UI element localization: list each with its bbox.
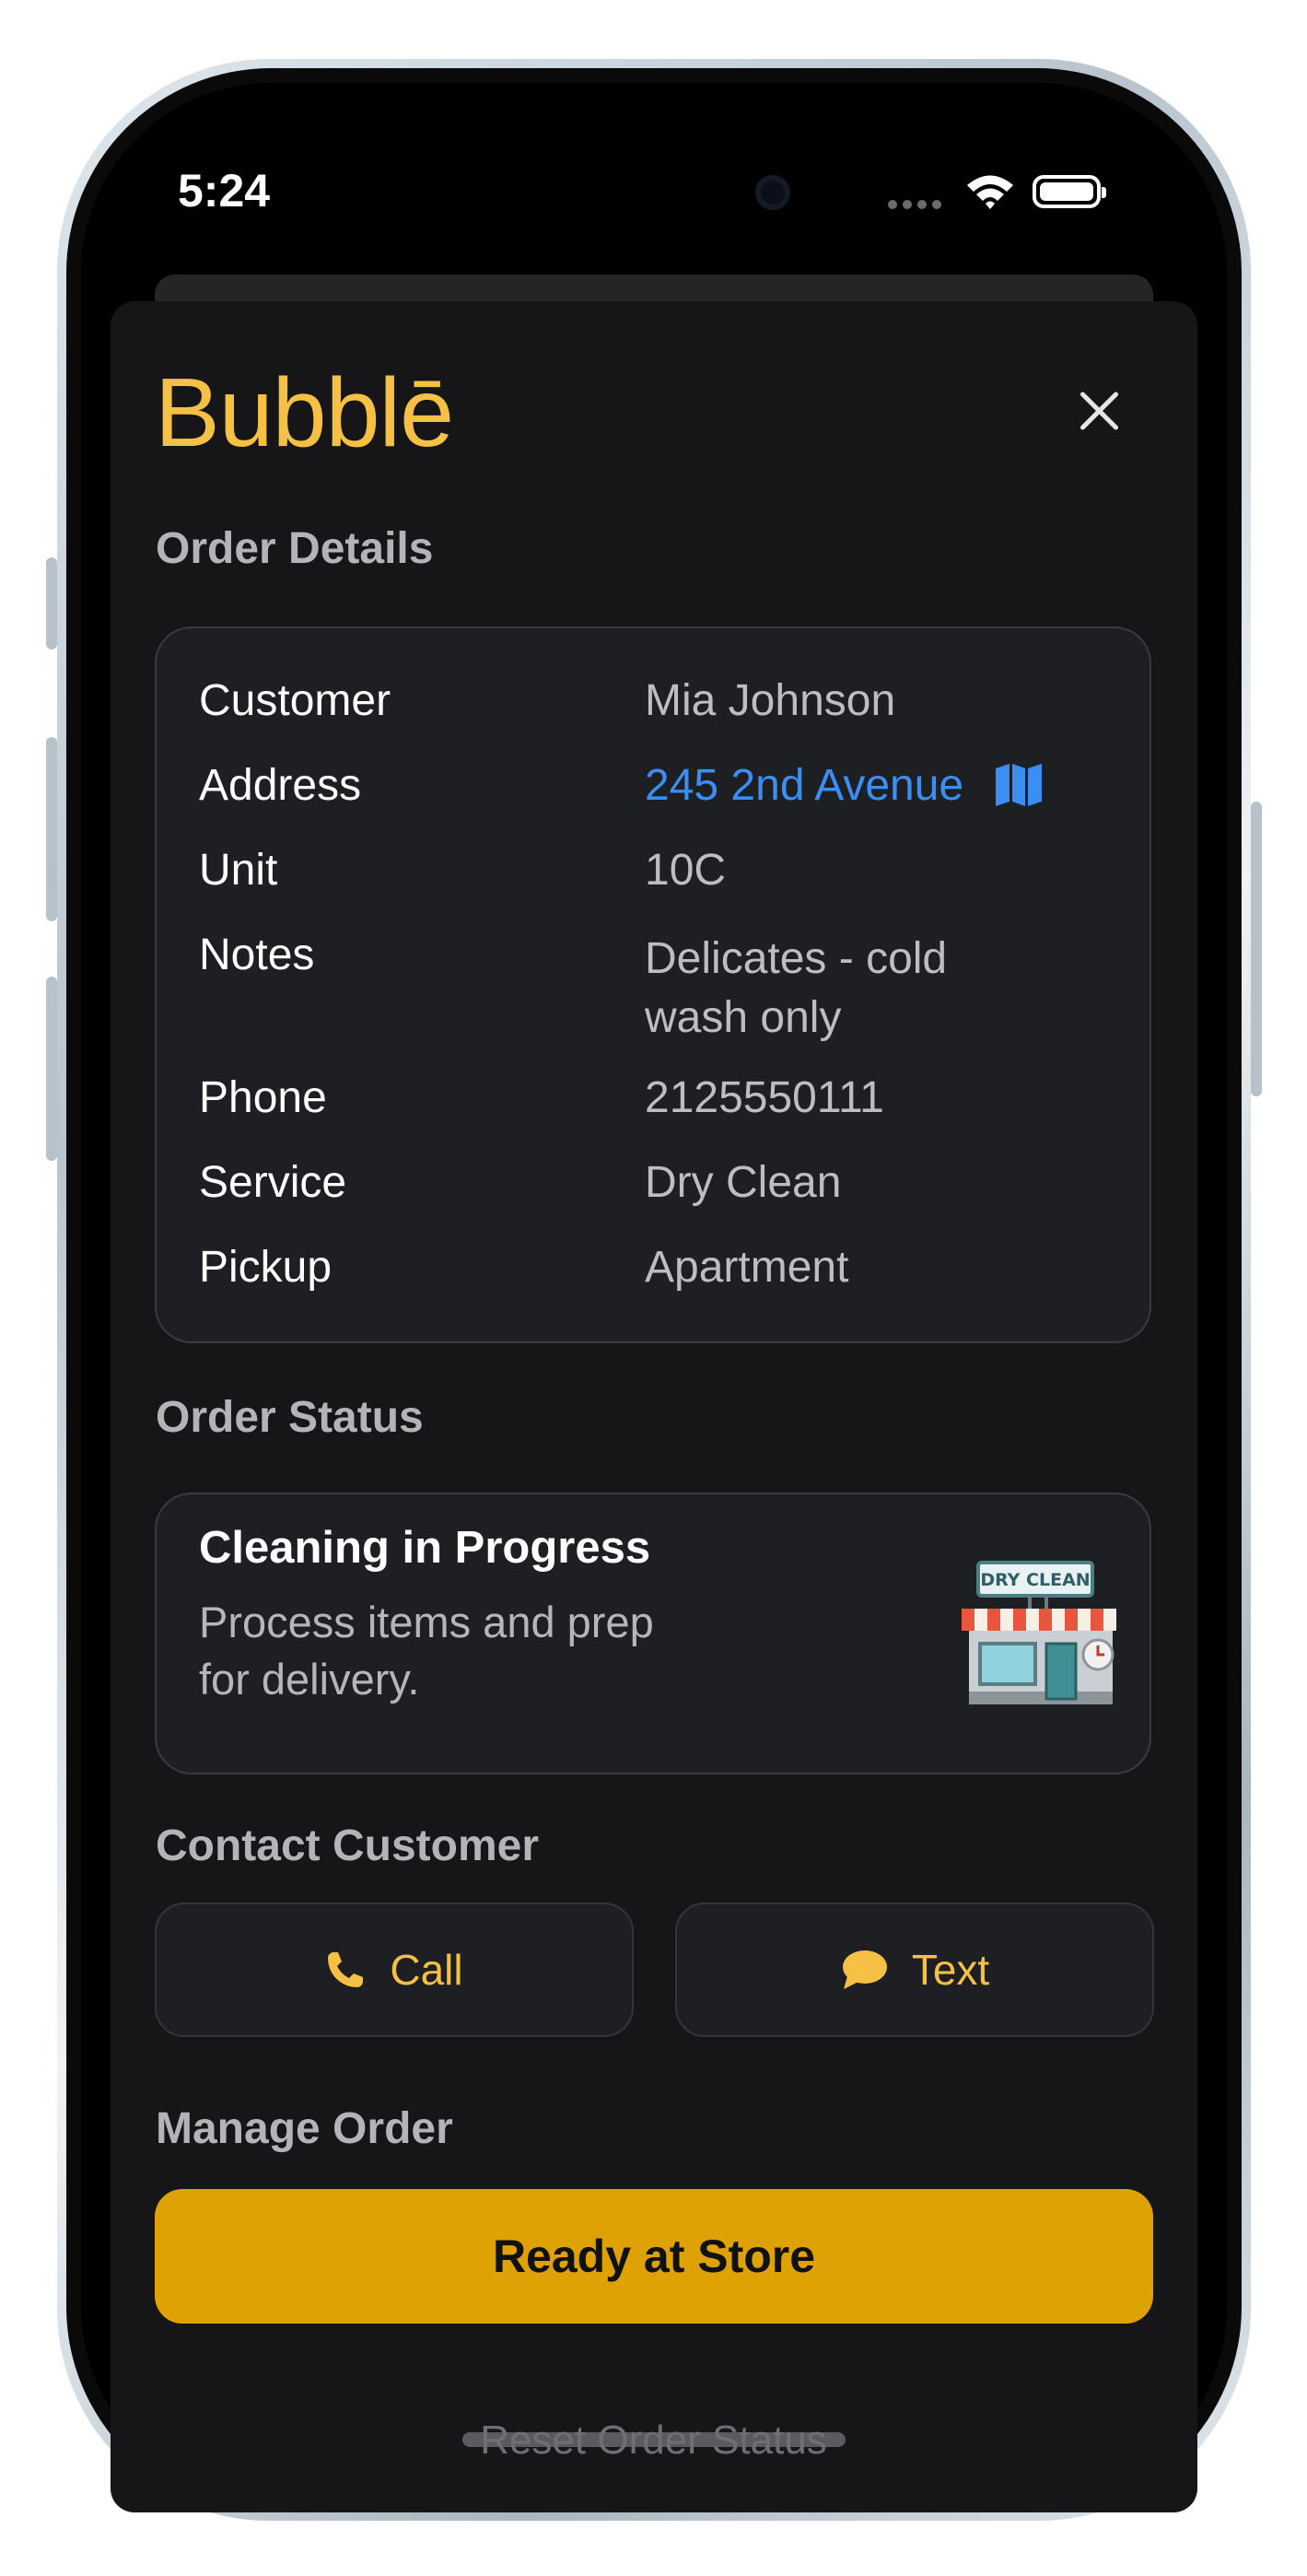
service-label: Service — [199, 1158, 347, 1207]
call-label: Call — [390, 1946, 463, 1994]
dynamic-island — [481, 142, 826, 243]
volume-up-button — [46, 737, 57, 921]
reset-order-status-button[interactable]: Reset Order Status — [0, 2418, 1307, 2464]
dry-clean-store-icon: DRY CLEAN — [962, 1561, 1116, 1704]
notes-label: Notes — [199, 931, 315, 979]
status-time: 5:24 — [178, 165, 271, 217]
phone-icon — [328, 1952, 364, 1987]
cellular-icon — [888, 200, 941, 209]
pickup-label: Pickup — [199, 1243, 333, 1292]
customer-label: Customer — [199, 676, 391, 725]
status-title: Cleaning in Progress — [199, 1523, 651, 1573]
map-icon[interactable] — [994, 763, 1044, 807]
chat-bubble-icon — [842, 1950, 887, 1989]
unit-label: Unit — [199, 846, 278, 895]
customer-value: Mia Johnson — [645, 676, 896, 725]
phone-value: 2125550111 — [645, 1073, 884, 1122]
pickup-value: Apartment — [645, 1243, 849, 1292]
close-icon[interactable] — [1076, 387, 1122, 433]
address-link[interactable]: 245 2nd Avenue — [645, 760, 1044, 811]
wifi-icon — [967, 175, 1013, 209]
unit-value: 10C — [645, 846, 727, 895]
text-label: Text — [911, 1946, 990, 1994]
action-button — [46, 557, 57, 650]
address-value[interactable]: 245 2nd Avenue — [645, 761, 963, 810]
text-button[interactable]: Text — [675, 1903, 1154, 2037]
volume-down-button — [46, 977, 57, 1161]
phone-label: Phone — [199, 1073, 327, 1122]
order-status-heading: Order Status — [156, 1393, 424, 1442]
contact-heading: Contact Customer — [156, 1821, 540, 1870]
svg-text:DRY CLEAN: DRY CLEAN — [980, 1570, 1090, 1590]
notes-value: Delicates - cold wash only — [645, 934, 948, 1042]
address-label: Address — [199, 761, 362, 810]
app-logo: Bubblē — [155, 358, 454, 467]
call-button[interactable]: Call — [155, 1903, 634, 2037]
ready-at-store-button[interactable]: Ready at Store — [155, 2189, 1153, 2324]
camera-icon — [755, 175, 790, 210]
power-button — [1251, 802, 1262, 1096]
order-details-heading: Order Details — [156, 524, 434, 573]
status-description: Process items and prep for delivery. — [199, 1598, 654, 1704]
service-value: Dry Clean — [645, 1158, 842, 1207]
manage-heading: Manage Order — [156, 2104, 453, 2153]
battery-icon — [1033, 175, 1106, 208]
